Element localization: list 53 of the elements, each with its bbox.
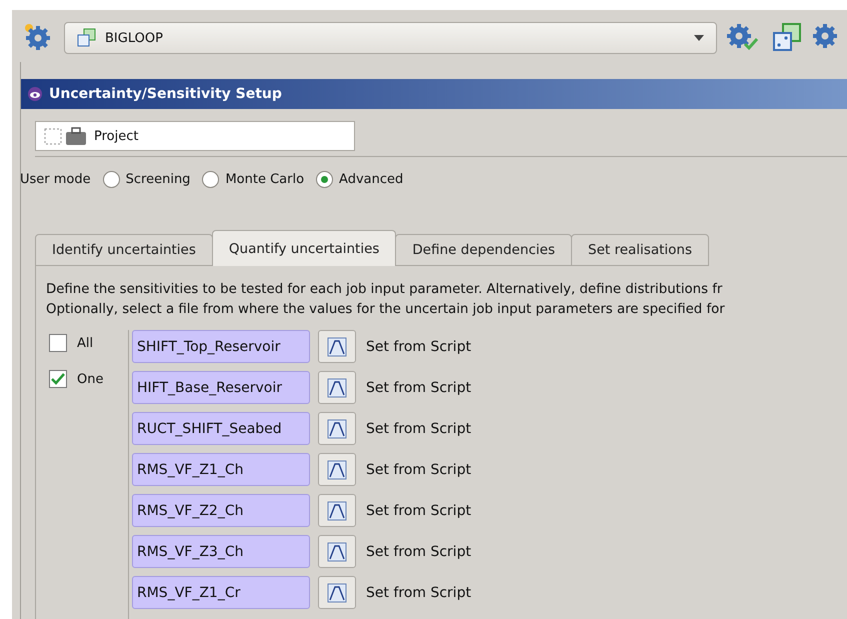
- distribution-button[interactable]: [318, 453, 356, 486]
- parameter-name[interactable]: RMS_VF_Z1_Cr: [132, 576, 310, 609]
- radio-button[interactable]: [202, 171, 220, 188]
- panel-title: Uncertainty/Sensitivity Setup: [49, 86, 282, 102]
- caret-icon: [694, 35, 704, 41]
- radio-label: Advanced: [339, 172, 404, 187]
- parameter-setting: Set from Script: [366, 502, 472, 518]
- description-text: Define the sensitivities to be tested for each job input parameter. Alternatively, define distributions fr: [46, 281, 724, 299]
- dice-icon[interactable]: [771, 22, 803, 54]
- checkbox-label: One: [77, 372, 104, 386]
- eye-icon: [27, 86, 43, 102]
- bell-curve-icon: [327, 336, 347, 356]
- parameter-name[interactable]: RMS_VF_Z1_Ch: [132, 453, 310, 486]
- parameter-setting: Set from Script: [366, 584, 472, 600]
- tab[interactable]: Quantify uncertainties: [212, 230, 396, 266]
- user-mode-label: User mode: [20, 172, 91, 187]
- description-text: Optionally, select a file from where the values for the uncertain job input parameters are specified for: [46, 301, 726, 319]
- checkbox[interactable]: [49, 370, 67, 388]
- parameter-name[interactable]: RMS_VF_Z3_Ch: [132, 535, 310, 568]
- radio-button[interactable]: [102, 171, 120, 188]
- parameter-setting: Set from Script: [366, 462, 472, 478]
- distribution-button[interactable]: [318, 535, 356, 568]
- radio-button[interactable]: [316, 171, 334, 188]
- distribution-button[interactable]: [318, 371, 356, 404]
- checkbox-label: All: [77, 336, 94, 350]
- radio-label: Monte Carlo: [225, 172, 304, 187]
- parameter-name[interactable]: SHIFT_Top_Reservoir: [132, 330, 310, 363]
- parameter-name[interactable]: HIFT_Base_Reservoir: [132, 371, 310, 404]
- tab[interactable]: Define dependencies: [395, 234, 572, 266]
- parameter-setting: Set from Script: [366, 380, 472, 396]
- scenario-dropdown[interactable]: BIGLOOP: [64, 22, 717, 54]
- checkbox[interactable]: [49, 334, 67, 352]
- bell-curve-icon: [327, 542, 347, 562]
- parameter-setting: Set from Script: [366, 338, 472, 354]
- distribution-button[interactable]: [318, 330, 356, 363]
- distribution-button[interactable]: [318, 576, 356, 609]
- tab[interactable]: Identify uncertainties: [35, 234, 213, 266]
- parameter-name[interactable]: RUCT_SHIFT_Seabed: [132, 412, 310, 445]
- parameter-name[interactable]: RMS_VF_Z2_Ch: [132, 494, 310, 527]
- bell-curve-icon: [327, 378, 347, 398]
- briefcase-icon: [44, 126, 88, 146]
- bell-curve-icon: [327, 500, 347, 520]
- distribution-button[interactable]: [318, 412, 356, 445]
- distribution-button[interactable]: [318, 494, 356, 527]
- bell-curve-icon: [327, 418, 347, 438]
- dice-icon: [77, 28, 97, 48]
- tab[interactable]: Set realisations: [571, 234, 710, 266]
- project-field[interactable]: Project: [35, 121, 355, 151]
- bell-curve-icon: [327, 460, 347, 480]
- parameter-setting: Set from Script: [366, 544, 472, 560]
- radio-label: Screening: [126, 172, 190, 187]
- bell-curve-icon: [327, 582, 347, 602]
- parameter-setting: Set from Script: [366, 420, 472, 436]
